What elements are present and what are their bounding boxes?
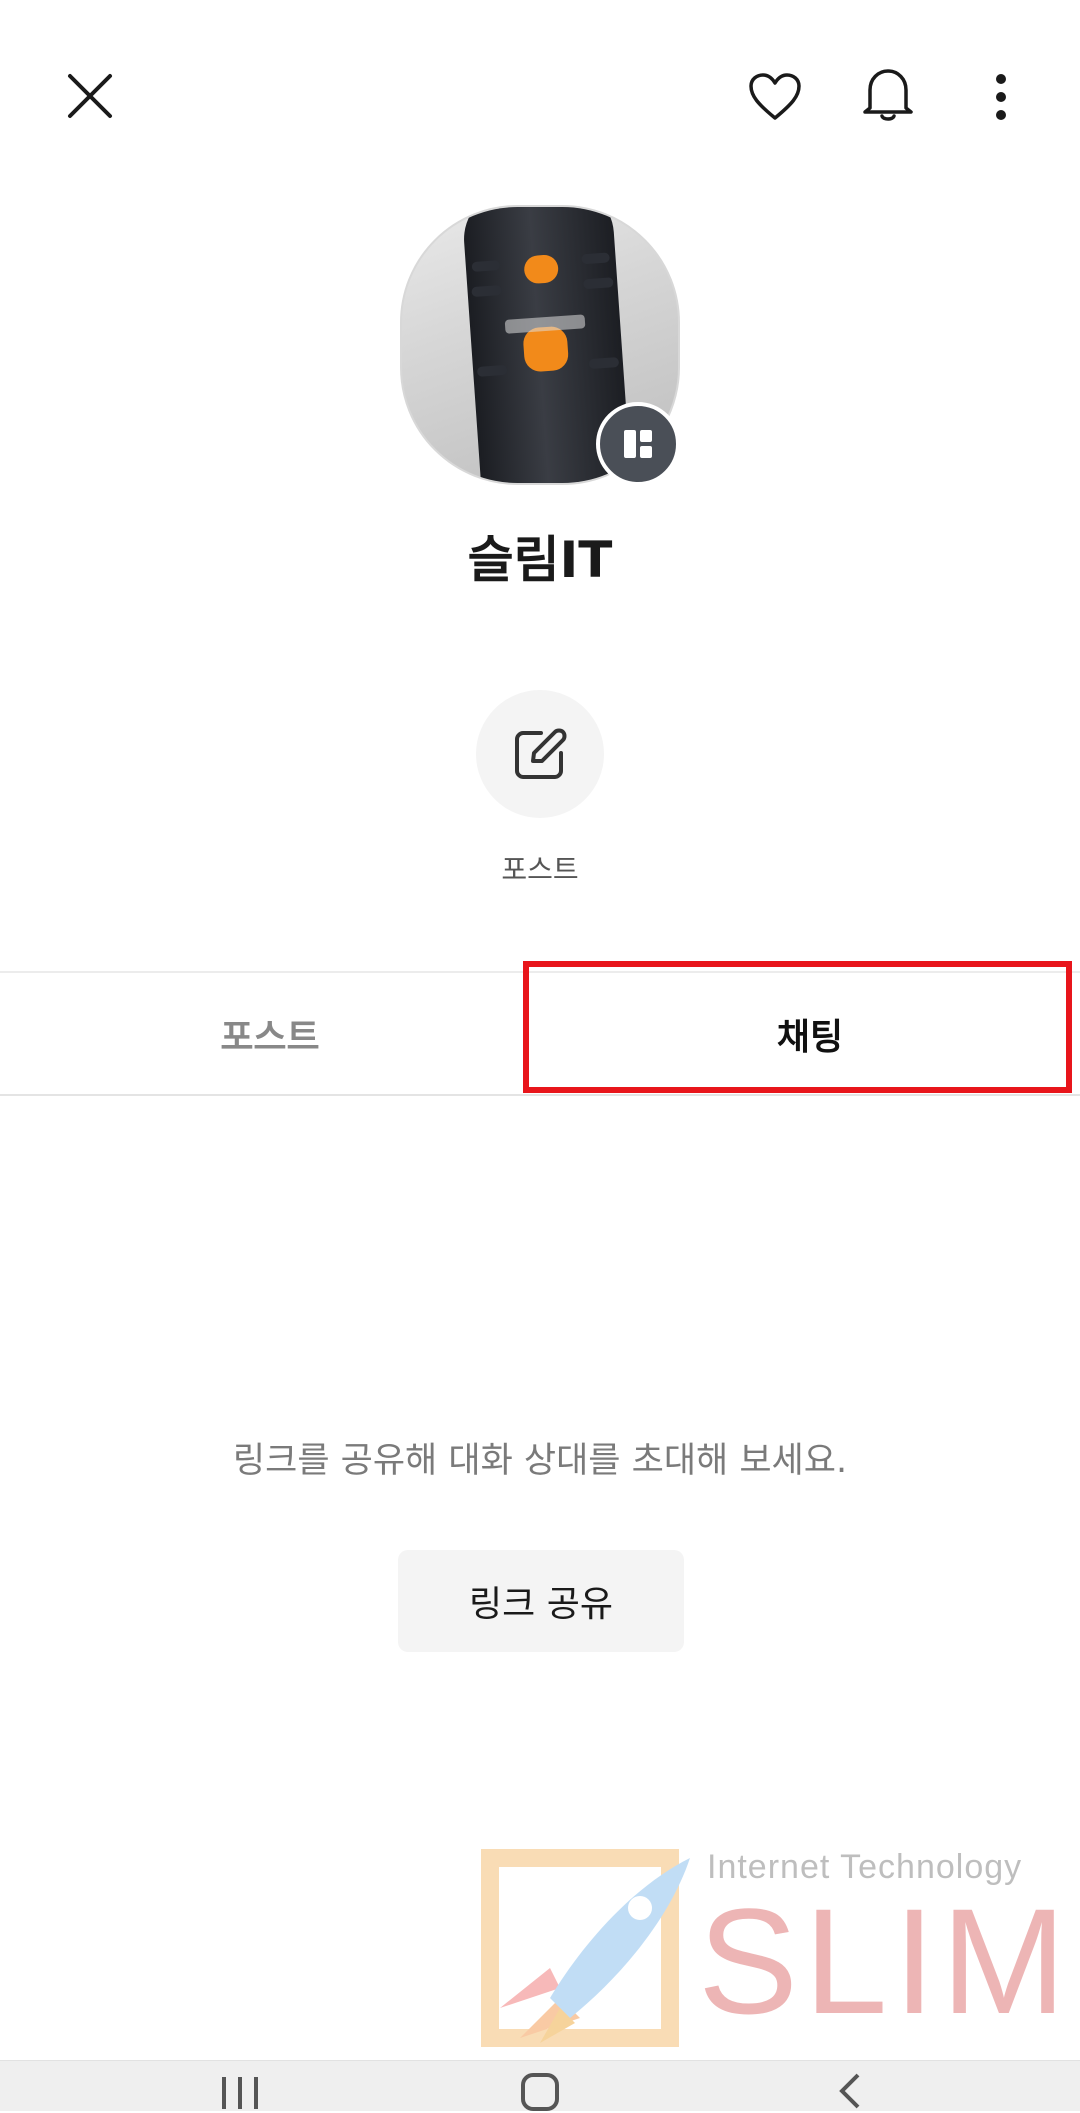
system-navigation-bar [0, 2060, 1080, 2111]
tab-post[interactable]: 포스트 [0, 973, 540, 1094]
like-button[interactable] [738, 60, 812, 134]
rocket-logo-icon [481, 1849, 690, 2047]
close-icon [68, 74, 112, 118]
channel-badge-icon [624, 430, 652, 458]
bell-icon [863, 69, 913, 121]
home-icon[interactable] [515, 2071, 565, 2111]
back-icon[interactable] [830, 2071, 870, 2111]
watermark-brand: SLIM [698, 1877, 1073, 2045]
write-post-label: 포스트 [501, 853, 579, 886]
more-options-button[interactable] [966, 60, 1036, 134]
more-vertical-icon [996, 74, 1006, 120]
recent-apps-icon[interactable] [210, 2073, 270, 2113]
close-button[interactable] [54, 60, 126, 132]
share-link-button[interactable]: 링크 공유 [398, 1550, 684, 1652]
write-post-button[interactable] [476, 690, 604, 818]
chat-empty-message: 링크를 공유해 대화 상대를 초대해 보세요. [232, 1441, 848, 1481]
tab-chat[interactable]: 채팅 [540, 973, 1080, 1094]
channel-badge [596, 402, 680, 486]
edit-icon [515, 728, 567, 779]
slim-watermark-logo: Internet Technology SLIM [480, 1848, 1070, 2058]
notification-button[interactable] [851, 58, 925, 132]
tab-divider-bottom [0, 1094, 1080, 1096]
heart-icon [749, 73, 801, 120]
profile-name: 슬림IT [467, 531, 613, 589]
